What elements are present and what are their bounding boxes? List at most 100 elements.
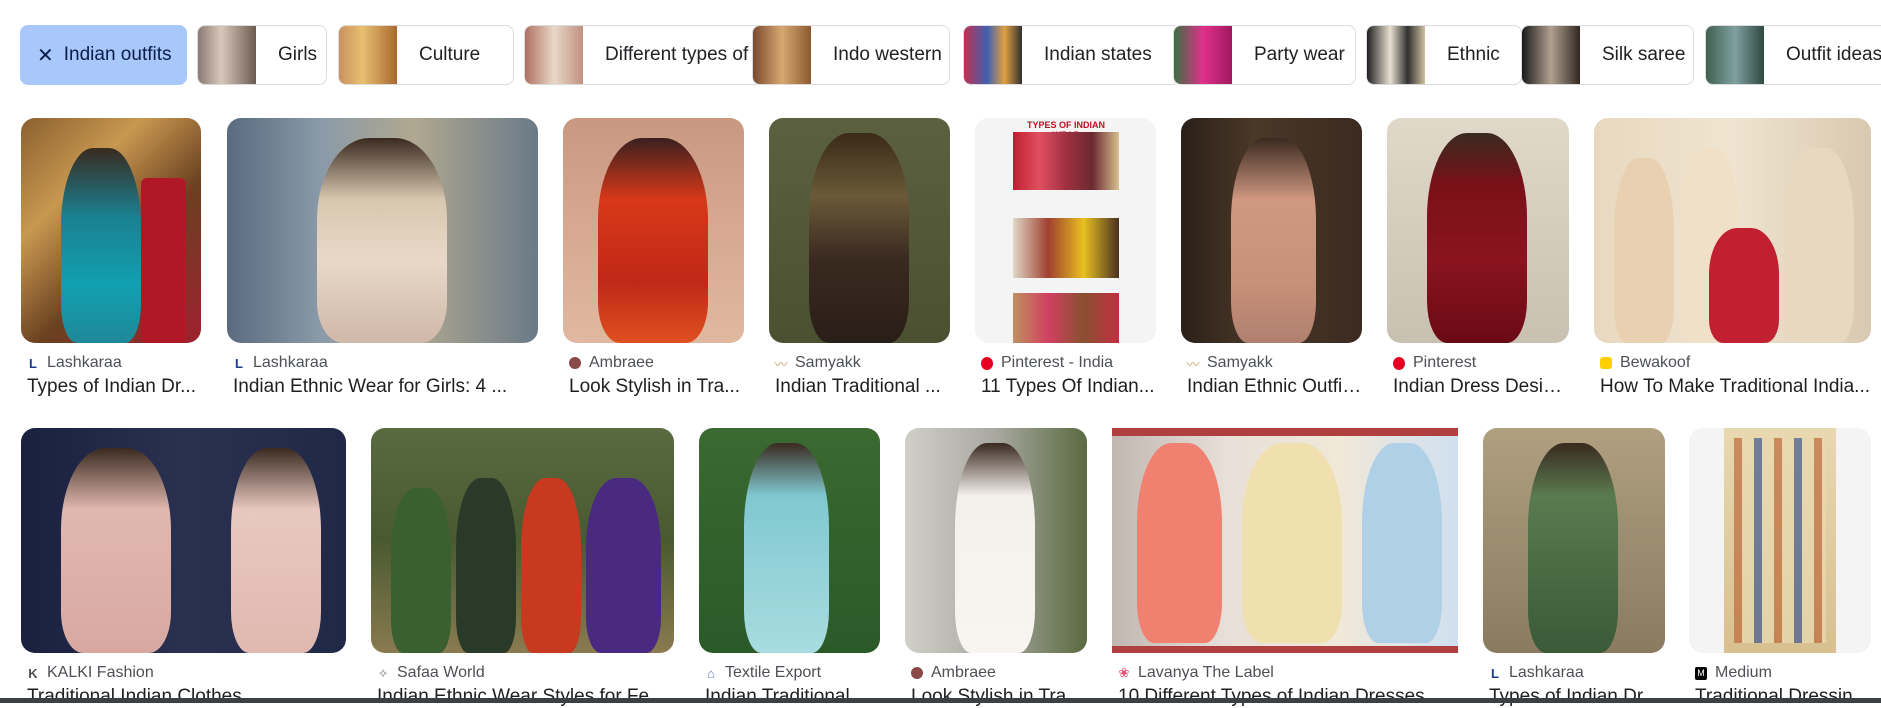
result-title[interactable]: Indian Ethnic Outfit... xyxy=(1187,376,1362,398)
ambraee-icon xyxy=(569,356,581,370)
result-source[interactable]: L Lashkaraa xyxy=(1489,664,1584,682)
result-source[interactable]: Bewakoof xyxy=(1600,354,1690,372)
result-title[interactable]: 10 Different Types of Indian Dresses... xyxy=(1118,686,1458,708)
result-source[interactable]: L Lashkaraa xyxy=(233,354,328,372)
image-result[interactable]: M Medium Traditional Dressin... xyxy=(1689,428,1871,708)
samyakk-icon: 〰 xyxy=(774,356,788,372)
pinterest-icon xyxy=(981,356,993,370)
image-result[interactable]: 〰 Samyakk Indian Traditional ... xyxy=(769,118,950,398)
chip-girls[interactable]: Girls xyxy=(197,25,327,85)
image-result[interactable]: ❀ Lavanya The Label 10 Different Types o… xyxy=(1112,428,1458,708)
result-source[interactable]: L Lashkaraa xyxy=(27,354,122,372)
chip-label: Indian states xyxy=(1044,44,1152,65)
result-source[interactable]: 〰 Samyakk xyxy=(1187,354,1273,372)
result-title[interactable]: Indian Ethnic Wear for Girls: 4 ... xyxy=(233,376,538,398)
filter-chips: ✕ Indian outfits Girls Culture Different… xyxy=(20,25,1881,87)
result-source[interactable]: ⌂ Textile Export xyxy=(705,664,821,682)
result-source[interactable]: K KALKI Fashion xyxy=(27,664,153,682)
chip-indian-outfits-active[interactable]: ✕ Indian outfits xyxy=(20,25,187,85)
image-result[interactable]: K KALKI Fashion Traditional Indian Cloth… xyxy=(21,428,346,708)
result-title[interactable]: Indian Traditional ... xyxy=(705,686,880,708)
result-title[interactable]: Indian Ethnic Wear Styles for Fest... xyxy=(377,686,674,708)
result-image[interactable] xyxy=(1181,118,1362,343)
result-title[interactable]: Traditional Dressin... xyxy=(1695,686,1871,708)
image-result[interactable]: L Lashkaraa Indian Ethnic Wear for Girls… xyxy=(227,118,538,398)
chip-indo-western[interactable]: Indo western xyxy=(752,25,950,85)
chip-thumbnail xyxy=(964,26,1022,84)
result-image[interactable] xyxy=(21,428,346,653)
chip-thumbnail xyxy=(1706,26,1764,84)
image-result[interactable]: L Lashkaraa Types of Indian Dr... xyxy=(1483,428,1665,708)
result-source[interactable]: ⟡ Safaa World xyxy=(377,664,485,682)
chip-thumbnail xyxy=(1522,26,1580,84)
image-result[interactable]: 〰 Samyakk Indian Ethnic Outfit... xyxy=(1181,118,1362,398)
result-title[interactable]: Indian Traditional ... xyxy=(775,376,950,398)
image-result[interactable]: Ambraee Look Stylish in Tra... xyxy=(905,428,1087,708)
chip-label: Ethnic xyxy=(1447,44,1500,65)
chip-label: Party wear xyxy=(1254,44,1345,65)
image-result[interactable]: Bewakoof How To Make Traditional India..… xyxy=(1594,118,1871,398)
lashkaraa-icon: L xyxy=(235,355,243,371)
textile-export-icon: ⌂ xyxy=(707,665,715,681)
chip-culture[interactable]: Culture xyxy=(338,25,514,85)
lashkaraa-icon: L xyxy=(29,355,37,371)
chip-silk-saree[interactable]: Silk saree xyxy=(1521,25,1694,85)
image-result[interactable]: TYPES OF INDIAN WEAR Pinterest - India 1… xyxy=(975,118,1156,398)
result-title[interactable]: Types of Indian Dr... xyxy=(1489,686,1665,708)
chip-ethnic[interactable]: Ethnic xyxy=(1366,25,1522,85)
result-source[interactable]: Pinterest - India xyxy=(981,354,1113,372)
result-title[interactable]: Indian Dress Desig... xyxy=(1393,376,1569,398)
result-image[interactable]: TYPES OF INDIAN WEAR xyxy=(975,118,1156,343)
chip-label: Indo western xyxy=(833,44,942,65)
result-title[interactable]: How To Make Traditional India... xyxy=(1600,376,1870,398)
chip-label: Different types of xyxy=(605,44,749,65)
chip-different-types-of[interactable]: Different types of xyxy=(524,25,764,85)
result-image[interactable] xyxy=(1112,428,1458,653)
lashkaraa-icon: L xyxy=(1491,665,1499,681)
image-result[interactable]: ⟡ Safaa World Indian Ethnic Wear Styles … xyxy=(371,428,674,708)
result-source[interactable]: M Medium xyxy=(1695,664,1772,682)
result-title[interactable]: 11 Types Of Indian... xyxy=(981,376,1156,398)
image-result[interactable]: Ambraee Look Stylish in Tra... xyxy=(563,118,744,398)
result-image[interactable] xyxy=(227,118,538,343)
ambraee-icon xyxy=(911,666,923,680)
bottom-bar xyxy=(0,698,1881,703)
result-title[interactable]: Traditional Indian Clothes ... xyxy=(27,686,346,708)
close-icon[interactable]: ✕ xyxy=(37,43,54,68)
result-title[interactable]: Types of Indian Dr... xyxy=(27,376,201,398)
kalki-icon: K xyxy=(28,665,38,681)
chip-thumbnail xyxy=(1174,26,1232,84)
result-image[interactable] xyxy=(371,428,674,653)
result-image[interactable] xyxy=(699,428,880,653)
chip-label: Silk saree xyxy=(1602,44,1686,65)
chip-thumbnail xyxy=(525,26,583,84)
chip-label: Indian outfits xyxy=(63,44,172,65)
result-title[interactable]: Look Stylish in Tra... xyxy=(569,376,744,398)
medium-icon: M xyxy=(1695,666,1707,680)
result-image[interactable] xyxy=(769,118,950,343)
result-source[interactable]: Pinterest xyxy=(1393,354,1476,372)
chip-party-wear[interactable]: Party wear xyxy=(1173,25,1356,85)
image-result[interactable]: ⌂ Textile Export Indian Traditional ... xyxy=(699,428,880,708)
result-source[interactable]: Ambraee xyxy=(569,354,654,372)
result-image[interactable] xyxy=(1689,428,1871,653)
chip-indian-states[interactable]: Indian states xyxy=(963,25,1180,85)
chip-thumbnail xyxy=(1367,26,1425,84)
result-source[interactable]: ❀ Lavanya The Label xyxy=(1118,664,1274,682)
result-image[interactable] xyxy=(905,428,1087,653)
chip-outfit-ideas[interactable]: Outfit ideas xyxy=(1705,25,1881,85)
image-result[interactable]: Pinterest Indian Dress Desig... xyxy=(1387,118,1569,398)
image-result[interactable]: L Lashkaraa Types of Indian Dr... xyxy=(21,118,201,398)
result-image[interactable] xyxy=(1483,428,1665,653)
chip-label: Girls xyxy=(278,44,318,65)
result-source[interactable]: 〰 Samyakk xyxy=(775,354,861,372)
result-image[interactable] xyxy=(563,118,744,343)
result-title[interactable]: Look Stylish in Tra... xyxy=(911,686,1087,708)
image-text: TYPES OF INDIAN WEAR xyxy=(1026,120,1105,140)
result-image[interactable] xyxy=(21,118,201,343)
samyakk-icon: 〰 xyxy=(1186,356,1200,372)
result-image[interactable] xyxy=(1387,118,1569,343)
result-image[interactable] xyxy=(1594,118,1871,343)
result-source[interactable]: Ambraee xyxy=(911,664,996,682)
safaa-icon: ⟡ xyxy=(378,665,388,680)
